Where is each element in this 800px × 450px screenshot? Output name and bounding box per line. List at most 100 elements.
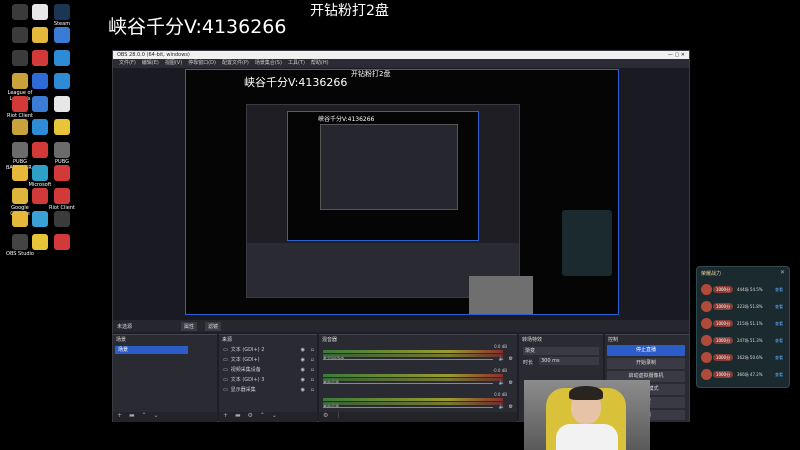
eye-icon[interactable]: ◉ <box>301 346 305 355</box>
rank-stat: 247场 51.3% <box>737 338 763 343</box>
volume-meter <box>323 402 503 405</box>
filters-button[interactable]: 滤镜 <box>205 322 222 331</box>
properties-button[interactable]: 属性 <box>181 322 198 331</box>
gear-icon[interactable]: ⚙ <box>248 412 253 419</box>
eye-icon[interactable]: ◉ <box>301 386 305 395</box>
app-icon <box>32 211 48 227</box>
menu-item[interactable]: 配置文件(P) <box>222 60 249 66</box>
menu-item[interactable]: 文件(F) <box>119 60 136 66</box>
speaker-icon[interactable]: 🔈 <box>499 404 505 410</box>
source-item[interactable]: ▭ 文本 (GDI+) 2 ◉ ▫ <box>221 346 317 355</box>
desktop-icon[interactable] <box>48 165 76 182</box>
source-item[interactable]: ▭ 文本 (GDI+) ◉ ▫ <box>221 356 317 365</box>
view-link[interactable]: 查看 <box>775 321 783 327</box>
desktop-icon[interactable]: Steam <box>48 4 76 27</box>
view-link[interactable]: 查看 <box>775 287 783 293</box>
desktop-icon[interactable] <box>48 27 76 44</box>
start-recording-button[interactable]: 开始录制 <box>607 358 685 369</box>
view-link[interactable]: 查看 <box>775 372 783 378</box>
desktop-icon[interactable]: Riot Client <box>48 188 76 211</box>
gear-icon[interactable]: ⚙ <box>509 380 513 386</box>
menu-item[interactable]: 帮助(H) <box>311 60 329 66</box>
chevron-down-icon[interactable]: ⌄ <box>272 412 277 419</box>
eye-icon[interactable]: ◉ <box>301 376 305 385</box>
preview-canvas[interactable]: 峡谷千分V:4136266 开钻粉打2盘 峡谷千分V:4136266 <box>185 69 619 315</box>
desktop-icon[interactable] <box>48 50 76 67</box>
eye-icon[interactable]: ◉ <box>301 356 305 365</box>
app-icon <box>54 73 70 89</box>
lock-icon[interactable]: ▫ <box>311 366 314 375</box>
volume-slider[interactable] <box>323 359 493 360</box>
trash-icon[interactable]: ▬ <box>129 412 135 419</box>
desktop-icon[interactable] <box>48 73 76 90</box>
view-link[interactable]: 查看 <box>775 355 783 361</box>
app-icon <box>32 165 48 181</box>
rank-stat: 223场 51.8% <box>737 304 763 309</box>
mixer-dock: 混音器 麦克风/Aux 0.0 dB 🔈 ⚙ 桌面音频 -0.0 dB 🔈 ⚙ 桌面音频 0.0 … <box>319 334 517 422</box>
gear-icon[interactable]: ⚙ <box>509 356 513 362</box>
eye-icon[interactable]: ◉ <box>301 366 305 375</box>
lock-icon[interactable]: ▫ <box>311 356 314 365</box>
source-item[interactable]: ▭ 文本 (GDI+) 3 ◉ ▫ <box>221 376 317 385</box>
avatar <box>701 335 712 346</box>
app-icon <box>54 96 70 112</box>
lock-icon[interactable]: ▫ <box>311 346 314 355</box>
stop-stream-button[interactable]: 停止直播 <box>607 345 685 356</box>
duration-label: 时长 <box>523 360 534 366</box>
scene-item[interactable]: 场景 <box>115 346 188 354</box>
add-icon[interactable]: + <box>223 412 228 419</box>
mixer-header: 混音器 <box>322 337 338 343</box>
chevron-down-icon[interactable]: ⌄ <box>154 412 159 419</box>
menu-item[interactable]: 视图(V) <box>165 60 182 66</box>
lock-icon[interactable]: ▫ <box>311 386 314 395</box>
sources-dock: 来源 ▭ 文本 (GDI+) 2 ◉ ▫ ▭ 文本 (GDI+) ◉ ▫ ▭ 视频采集设备 ◉ ▫ ▭ 文… <box>219 334 317 422</box>
rank-stat: 366场 47.2% <box>737 372 763 377</box>
chevron-up-icon[interactable]: ⌃ <box>142 412 147 419</box>
desktop-icon[interactable] <box>48 211 76 228</box>
webcam-feed <box>524 380 650 450</box>
desktop-icon[interactable] <box>48 234 76 251</box>
chevron-up-icon[interactable]: ⌃ <box>260 412 265 419</box>
menu-item[interactable]: 停靠窗口(D) <box>188 60 216 66</box>
gear-icon[interactable]: ⚙ <box>509 404 513 410</box>
trash-icon[interactable]: ▬ <box>235 412 241 419</box>
desktop-icon[interactable] <box>48 96 76 113</box>
volume-slider[interactable] <box>323 383 493 384</box>
menu-item[interactable]: 编辑(E) <box>142 60 159 66</box>
volume-slider[interactable] <box>323 407 493 408</box>
close-icon[interactable]: ✕ <box>780 269 785 276</box>
source-item[interactable]: ▭ 显示器采集 ◉ ▫ <box>221 386 317 395</box>
mixer-channel: 桌面音频 0.0 dB 🔈 ⚙ <box>323 392 513 410</box>
lock-icon[interactable]: ▫ <box>311 376 314 385</box>
view-link[interactable]: 查看 <box>775 304 783 310</box>
window-controls[interactable]: — ▢ ✕ <box>668 51 685 59</box>
source-item[interactable]: ▭ 视频采集设备 ◉ ▫ <box>221 366 317 375</box>
rank-stat: 162场 50.6% <box>737 355 763 360</box>
obs-titlebar[interactable]: OBS 28.0.0 (64-bit, windows) — ▢ ✕ <box>113 51 689 59</box>
source-toolbar: 未选源 属性 滤镜 <box>113 320 689 332</box>
speaker-icon[interactable]: 🔈 <box>499 356 505 362</box>
volume-meter <box>323 374 503 377</box>
transition-select[interactable]: 渐变 <box>523 347 599 355</box>
settings-icon[interactable]: ⚙ <box>323 412 328 419</box>
desktop-icon[interactable]: PUBG <box>48 142 76 165</box>
more-icon[interactable]: ⋮ <box>335 412 341 419</box>
rank-row: 1000分 366场 47.2% 查看 <box>701 368 785 382</box>
menu-item[interactable]: 工具(T) <box>288 60 305 66</box>
avatar <box>701 369 712 380</box>
duration-input[interactable]: 300 ms <box>539 357 599 365</box>
source-type-icon: ▭ <box>223 357 228 363</box>
desktop-icon[interactable] <box>48 119 76 136</box>
nested-rank-panel <box>562 210 612 276</box>
menu-item[interactable]: 场景集合(S) <box>255 60 282 66</box>
speaker-icon[interactable]: 🔈 <box>499 380 505 386</box>
avatar <box>701 301 712 312</box>
app-icon <box>32 119 48 135</box>
add-icon[interactable]: + <box>117 412 122 419</box>
volume-meter <box>323 350 503 353</box>
view-link[interactable]: 查看 <box>775 338 783 344</box>
app-icon <box>32 188 48 204</box>
app-icon <box>32 27 48 43</box>
mixer-channel: 麦克风/Aux 0.0 dB 🔈 ⚙ <box>323 344 513 362</box>
window-title: OBS 28.0.0 (64-bit, windows) <box>117 52 190 58</box>
